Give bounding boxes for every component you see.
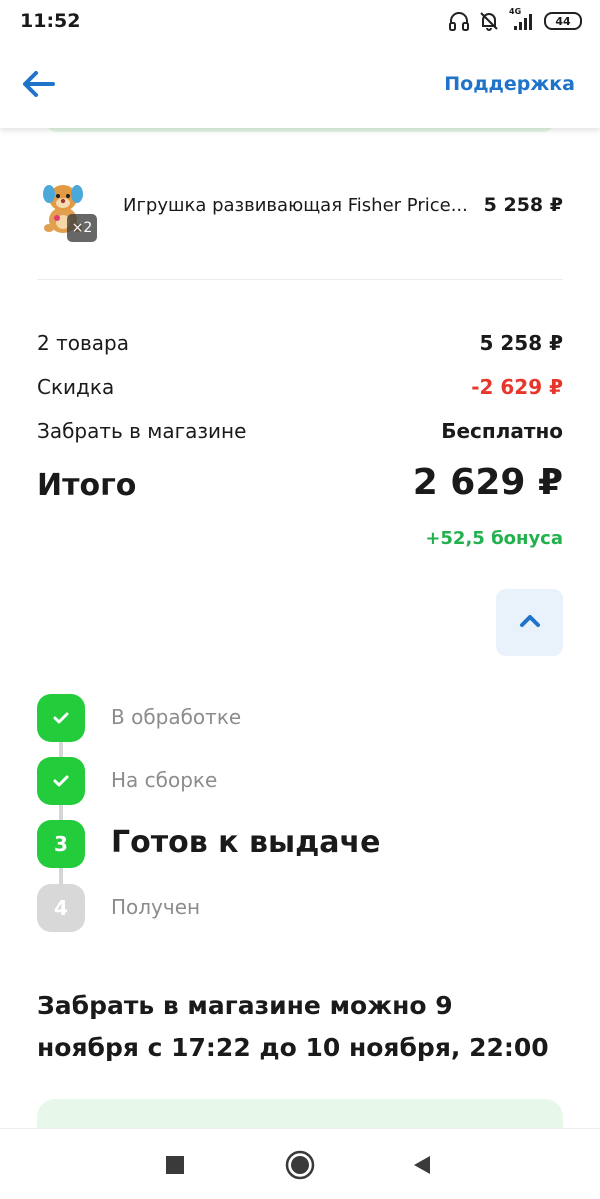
step-received: 4 Получен [37,884,563,932]
step-number: 3 [37,820,85,868]
collapse-details-button[interactable] [496,589,563,656]
product-thumbnail: ×2 [37,176,99,242]
items-count-label: 2 товара [37,331,129,355]
bonus-points: +52,5 бонуса [425,528,563,549]
headphones-icon [448,10,470,32]
quantity-badge: ×2 [67,214,97,242]
back-icon[interactable] [404,1147,440,1183]
step-ready: 3 Готов к выдаче [37,820,563,868]
status-icons: 4G 44 [448,7,582,33]
step-processing: В обработке [37,694,563,742]
total-label: Итого [37,468,137,503]
step-label: В обработке [111,705,242,729]
battery-icon: 44 [544,12,582,30]
order-item[interactable]: ×2 Игрушка развивающая Fisher Price... 5… [37,170,563,242]
home-icon[interactable] [282,1147,318,1183]
check-icon [37,757,85,805]
order-status-steps: В обработке На сборке 3 Готов к выдаче 4… [37,694,563,934]
back-button[interactable] [16,66,60,106]
step-label: На сборке [111,768,218,792]
check-icon [37,694,85,742]
total-value: 2 629 ₽ [412,462,563,503]
product-name: Игрушка развивающая Fisher Price... [123,195,468,216]
step-label: Получен [111,895,201,919]
step-connector [59,718,63,908]
recent-apps-icon[interactable] [157,1147,193,1183]
step-number: 4 [37,884,85,932]
pickup-label: Забрать в магазине [37,419,247,443]
bell-off-icon [478,10,500,32]
step-assembly: На сборке [37,757,563,805]
chevron-up-icon [519,613,541,632]
step-label: Готов к выдаче [111,825,381,860]
discount-label: Скидка [37,375,115,399]
status-bar: 11:52 4G 44 [0,0,600,44]
app-header: Поддержка [0,44,600,128]
status-time: 11:52 [20,10,81,32]
system-nav-bar [0,1128,600,1199]
pickup-info: Забрать в магазине можно 9 ноября с 17:2… [37,991,549,1062]
items-total-value: 5 258 ₽ [479,331,563,355]
summary-pickup-row: Забрать в магазине Бесплатно [37,419,563,449]
divider [37,279,563,280]
arrow-left-icon [20,69,56,103]
pickup-value: Бесплатно [441,419,563,443]
signal-icon: 4G [508,7,536,32]
summary-items-row: 2 товара 5 258 ₽ [37,331,563,361]
support-link[interactable]: Поддержка [444,73,575,95]
discount-value: -2 629 ₽ [471,375,563,399]
total-row: Итого 2 629 ₽ [37,462,563,512]
summary-discount-row: Скидка -2 629 ₽ [37,375,563,405]
product-price: 5 258 ₽ [483,194,563,216]
